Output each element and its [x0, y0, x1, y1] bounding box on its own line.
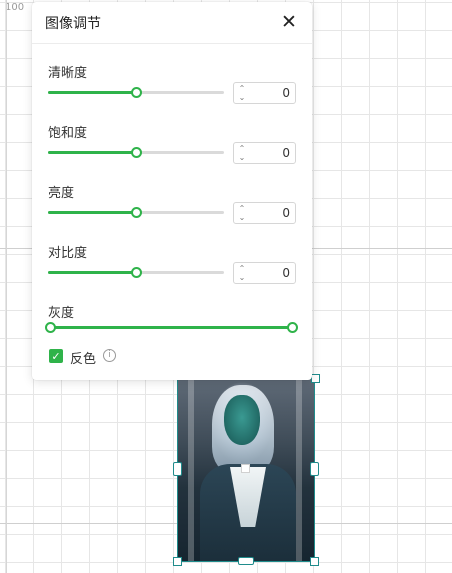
resize-handle-bottom-right[interactable]: [310, 557, 319, 566]
slider-label: 亮度: [48, 186, 75, 201]
panel-title: 图像调节: [45, 15, 101, 32]
invert-label[interactable]: 反色: [70, 348, 96, 367]
stepper-arrows[interactable]: ⌃ ⌄: [236, 84, 248, 102]
range-thumb-start[interactable]: [45, 322, 56, 333]
sharpness-slider[interactable]: [48, 86, 224, 100]
stepper-up-icon[interactable]: ⌃: [239, 144, 246, 153]
resize-handle-left[interactable]: [173, 462, 182, 476]
contrast-slider[interactable]: [48, 266, 224, 280]
stepper-down-icon[interactable]: ⌄: [239, 93, 246, 102]
sharpness-stepper[interactable]: ⌃ ⌄ 0: [233, 82, 296, 104]
slider-label: 清晰度: [48, 66, 88, 81]
invert-checkbox[interactable]: ✓: [49, 349, 63, 363]
stepper-value[interactable]: 0: [282, 86, 290, 100]
range-thumb-end[interactable]: [287, 322, 298, 333]
stepper-value[interactable]: 0: [282, 206, 290, 220]
stepper-down-icon[interactable]: ⌄: [239, 213, 246, 222]
resize-handle-bottom[interactable]: [238, 557, 254, 565]
slider-thumb[interactable]: [131, 267, 142, 278]
brightness-slider[interactable]: [48, 206, 224, 220]
close-icon[interactable]: ✕: [280, 13, 298, 32]
stepper-down-icon[interactable]: ⌄: [239, 273, 246, 282]
resize-handle-bottom-left[interactable]: [173, 557, 182, 566]
contrast-stepper[interactable]: ⌃ ⌄ 0: [233, 262, 296, 284]
slider-thumb[interactable]: [131, 87, 142, 98]
saturation-stepper[interactable]: ⌃ ⌄ 0: [233, 142, 296, 164]
stepper-arrows[interactable]: ⌃ ⌄: [236, 144, 248, 162]
center-handle[interactable]: [241, 464, 250, 473]
saturation-slider[interactable]: [48, 146, 224, 160]
grayscale-range-slider[interactable]: [45, 321, 298, 335]
slider-thumb[interactable]: [131, 207, 142, 218]
canvas-guide-vertical: [6, 0, 7, 573]
stepper-up-icon[interactable]: ⌃: [239, 204, 246, 213]
stepper-value[interactable]: 0: [282, 266, 290, 280]
stepper-up-icon[interactable]: ⌃: [239, 264, 246, 273]
brightness-stepper[interactable]: ⌃ ⌄ 0: [233, 202, 296, 224]
check-icon: ✓: [51, 349, 61, 363]
stepper-up-icon[interactable]: ⌃: [239, 84, 246, 93]
image-adjust-panel: 图像调节 ✕ 清晰度 ⌃ ⌄ 0 饱和度 ⌃ ⌄ 0 亮度 ⌃ ⌄ 0 对比度 …: [32, 2, 312, 380]
slider-thumb[interactable]: [131, 147, 142, 158]
info-icon[interactable]: i: [103, 349, 116, 362]
stepper-value[interactable]: 0: [282, 146, 290, 160]
resize-handle-right[interactable]: [310, 462, 319, 476]
stepper-arrows[interactable]: ⌃ ⌄: [236, 204, 248, 222]
stepper-arrows[interactable]: ⌃ ⌄: [236, 264, 248, 282]
ruler-mark: 100: [5, 2, 25, 13]
slider-label: 对比度: [48, 246, 88, 261]
stepper-down-icon[interactable]: ⌄: [239, 153, 246, 162]
slider-label: 灰度: [48, 306, 75, 321]
panel-header: 图像调节 ✕: [32, 2, 312, 44]
resize-handle-top-right[interactable]: [311, 374, 320, 383]
slider-label: 饱和度: [48, 126, 88, 141]
